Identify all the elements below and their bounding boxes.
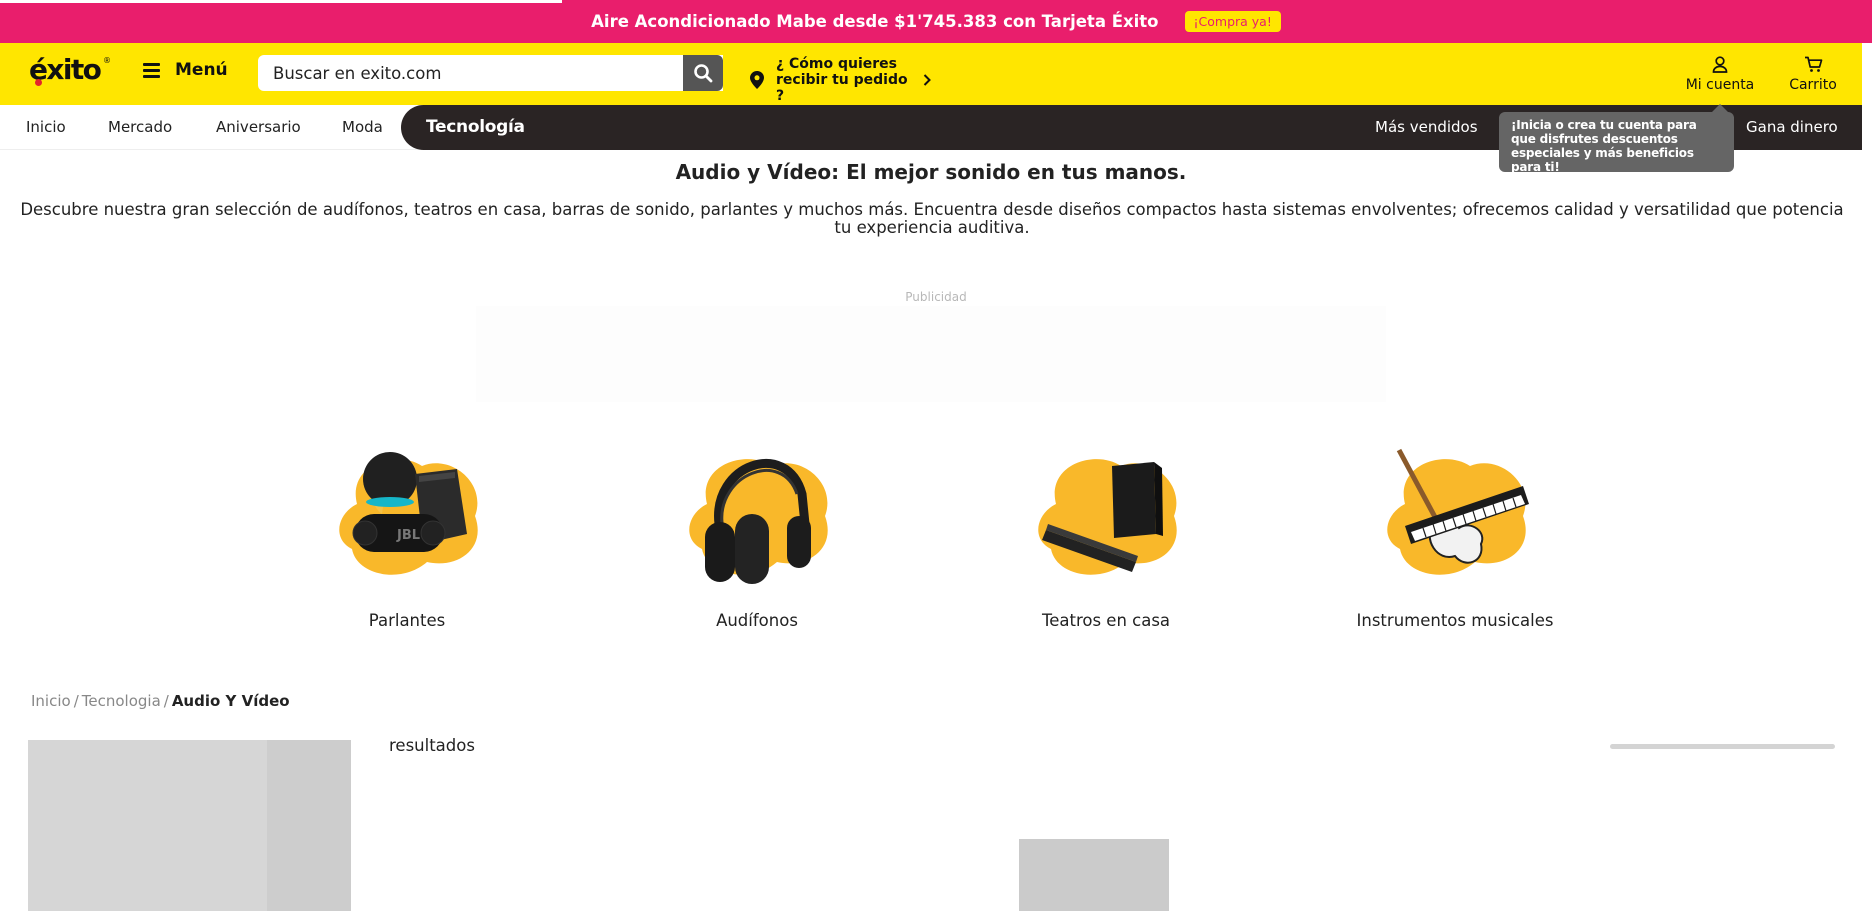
- breadcrumb: Inicio / Tecnologia / Audio Y Vídeo: [31, 692, 290, 710]
- cart-button[interactable]: Carrito: [1780, 53, 1846, 93]
- account-button[interactable]: Mi cuenta: [1680, 53, 1760, 93]
- search-input[interactable]: Buscar en exito.com: [258, 55, 723, 91]
- nav-item-mercado[interactable]: Mercado: [108, 105, 172, 150]
- results-count: resultados: [389, 736, 475, 755]
- hamburger-icon: [143, 62, 160, 78]
- ad-label: Publicidad: [905, 290, 967, 304]
- nav-item-gana-dinero[interactable]: Gana dinero: [1746, 105, 1838, 150]
- instruments-icon: [1387, 448, 1529, 575]
- nav-item-aniversario[interactable]: Aniversario: [216, 105, 301, 150]
- nav-item-tecnologia[interactable]: Tecnología: [426, 105, 525, 150]
- promo-bar[interactable]: Aire Acondicionado Mabe desde $1'745.383…: [0, 0, 1872, 43]
- chevron-right-icon: [923, 74, 931, 86]
- page-description: Descubre nuestra gran selección de audíf…: [20, 200, 1844, 237]
- menu-button[interactable]: Menú: [143, 60, 228, 80]
- nav-item-inicio[interactable]: Inicio: [26, 105, 66, 150]
- nav-item-moda[interactable]: Moda: [342, 105, 383, 150]
- product-card-skeleton: [1019, 839, 1169, 911]
- user-icon: [1712, 55, 1728, 73]
- home-theater-icon: [1038, 459, 1177, 575]
- nav-item-mas-vendidos[interactable]: Más vendidos: [1375, 105, 1478, 150]
- sort-skeleton: [1610, 744, 1835, 749]
- search-icon: [694, 64, 713, 83]
- category-teatros-en-casa[interactable]: Teatros en casa: [1006, 444, 1206, 630]
- promo-text: Aire Acondicionado Mabe desde $1'745.383…: [591, 12, 1159, 31]
- breadcrumb-separator: /: [73, 692, 79, 710]
- filters-skeleton-shade: [267, 740, 351, 911]
- page-title: Audio y Vídeo: El mejor sonido en tus ma…: [675, 160, 1187, 184]
- category-audifonos[interactable]: Audífonos: [657, 444, 857, 630]
- promo-cta-button[interactable]: ¡Compra ya!: [1184, 11, 1281, 32]
- menu-label: Menú: [175, 60, 228, 80]
- ad-banner[interactable]: [476, 306, 1386, 402]
- delivery-label: ¿ Cómo quieres recibir tu pedido ?: [776, 56, 908, 104]
- tooltip-arrow: [1712, 104, 1728, 112]
- breadcrumb-separator: /: [163, 692, 169, 710]
- search-button[interactable]: [683, 55, 723, 91]
- location-pin-icon: [750, 71, 764, 89]
- logo-registered-mark: ®: [103, 56, 111, 65]
- breadcrumb-inicio[interactable]: Inicio: [31, 692, 71, 710]
- headphones-icon: [689, 459, 828, 584]
- breadcrumb-current: Audio Y Vídeo: [171, 692, 290, 710]
- logo-dot: [35, 79, 42, 86]
- account-label: Mi cuenta: [1685, 77, 1755, 93]
- cart-icon: [1804, 56, 1822, 72]
- category-label: Audífonos: [716, 611, 798, 630]
- svg-text:JBL: JBL: [396, 528, 420, 543]
- category-instrumentos-musicales[interactable]: Instrumentos musicales: [1355, 444, 1555, 630]
- category-label: Parlantes: [368, 611, 446, 630]
- cart-label: Carrito: [1789, 77, 1837, 93]
- breadcrumb-tecnologia[interactable]: Tecnologia: [82, 692, 161, 710]
- category-parlantes[interactable]: JBL Parlantes: [307, 444, 507, 630]
- header: éxito ® Menú Buscar en exito.com ¿ Cómo …: [0, 43, 1862, 105]
- category-label: Teatros en casa: [1041, 611, 1171, 630]
- speaker-icon: JBL: [339, 452, 478, 575]
- category-label: Instrumentos musicales: [1356, 611, 1554, 630]
- delivery-selector[interactable]: ¿ Cómo quieres recibir tu pedido ?: [750, 56, 931, 104]
- search-placeholder: Buscar en exito.com: [273, 63, 442, 83]
